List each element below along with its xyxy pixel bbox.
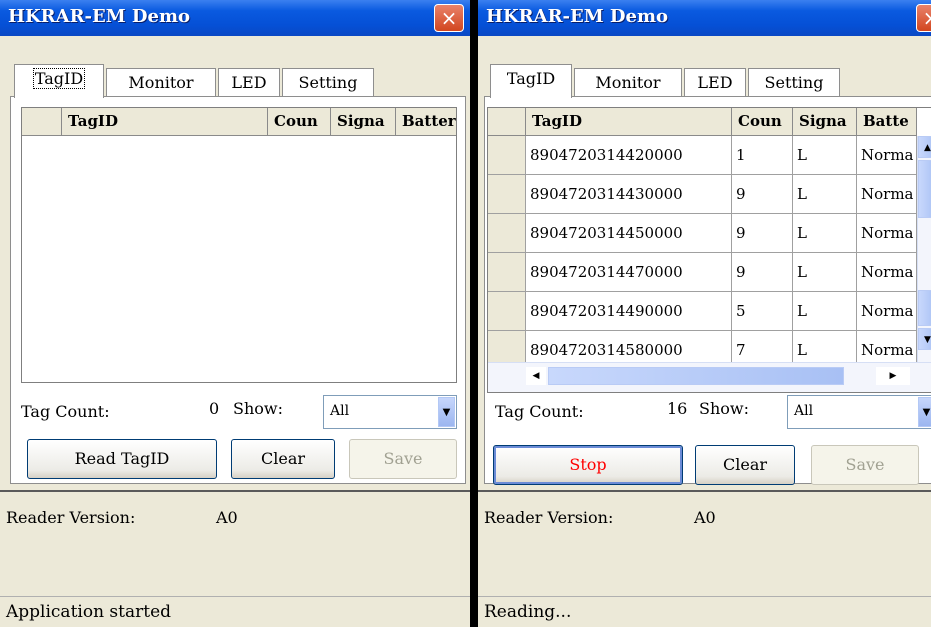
table-row[interactable]: 8904720314450000 9 L Norma xyxy=(488,214,931,253)
table-row[interactable]: 8904720314430000 9 L Norma xyxy=(488,175,931,214)
tag-list[interactable]: TagID Coun Signa Batter xyxy=(21,107,457,383)
window-title: HKRAR-EM Demo xyxy=(486,6,669,27)
demo-window-right: HKRAR-EM Demo × TagID Monitor LED Settin… xyxy=(478,0,931,627)
save-button[interactable]: Save xyxy=(811,445,919,485)
cell-battery: Norma xyxy=(857,292,917,330)
cell-battery: Norma xyxy=(857,136,917,174)
cell-tagid: 8904720314490000 xyxy=(526,292,732,330)
chevron-down-icon[interactable]: ▼ xyxy=(438,397,455,427)
status-bar: Application started xyxy=(0,596,470,627)
row-selector[interactable] xyxy=(488,136,526,174)
cell-count: 1 xyxy=(732,136,793,174)
reader-version-label: Reader Version: xyxy=(484,508,614,527)
cell-count: 9 xyxy=(732,253,793,291)
cell-battery: Norma xyxy=(857,214,917,252)
row-selector[interactable] xyxy=(488,253,526,291)
arrow-right-icon[interactable]: ▶ xyxy=(876,367,910,385)
clear-button[interactable]: Clear xyxy=(695,445,795,485)
table-row[interactable]: 8904720314470000 9 L Norma xyxy=(488,253,931,292)
tag-count-label: Tag Count: xyxy=(21,402,110,421)
cell-tagid: 8904720314470000 xyxy=(526,253,732,291)
tab-tagid[interactable]: TagID xyxy=(490,64,572,98)
column-header-tagid[interactable]: TagID xyxy=(526,108,732,136)
scroll-thumb-horizontal[interactable] xyxy=(548,367,844,385)
tag-count-value: 16 xyxy=(667,399,688,418)
tag-count-label: Tag Count: xyxy=(495,402,584,421)
vertical-scrollbar[interactable]: ▲ ▼ xyxy=(917,136,931,362)
arrow-left-icon[interactable]: ◀ xyxy=(526,367,546,385)
arrow-up-icon[interactable]: ▲ xyxy=(918,136,931,158)
divider xyxy=(0,490,470,492)
read-tagid-button[interactable]: Read TagID xyxy=(27,439,217,479)
scroll-thumb-lower[interactable] xyxy=(918,290,931,326)
table-row[interactable]: 8904720314420000 1 L Norma xyxy=(488,136,931,175)
close-icon[interactable]: × xyxy=(434,4,464,32)
row-selector[interactable] xyxy=(488,175,526,213)
cell-signal: L xyxy=(793,175,857,213)
column-header-blank xyxy=(22,108,62,136)
tab-monitor[interactable]: Monitor xyxy=(574,68,682,97)
close-icon[interactable]: × xyxy=(916,4,931,32)
clear-button[interactable]: Clear xyxy=(231,439,335,479)
demo-window-left: HKRAR-EM Demo × TagID Monitor LED Settin… xyxy=(0,0,470,627)
column-header-blank xyxy=(488,108,526,136)
show-label: Show: xyxy=(699,399,749,418)
column-header-signal[interactable]: Signa xyxy=(793,108,857,136)
show-select[interactable]: All ▼ xyxy=(787,395,931,429)
horizontal-scrollbar[interactable]: ◀ ▶ xyxy=(488,362,931,392)
column-header-count[interactable]: Coun xyxy=(732,108,793,136)
status-bar: Reading... xyxy=(478,596,931,627)
tab-setting[interactable]: Setting xyxy=(282,68,374,97)
window-gap xyxy=(470,0,478,627)
column-header-tagid[interactable]: TagID xyxy=(62,108,268,136)
reader-version-value: A0 xyxy=(694,508,716,527)
title-bar[interactable]: HKRAR-EM Demo × xyxy=(0,0,470,36)
show-select-value: All xyxy=(330,403,350,419)
tag-count-value: 0 xyxy=(209,399,220,418)
cell-signal: L xyxy=(793,292,857,330)
tab-tagid[interactable]: TagID xyxy=(14,64,104,98)
save-button[interactable]: Save xyxy=(349,439,457,479)
show-select-value: All xyxy=(794,403,814,419)
row-selector[interactable] xyxy=(488,292,526,330)
cell-signal: L xyxy=(793,214,857,252)
tab-panel: TagID Coun Signa Batter Tag Count: 0 Sho… xyxy=(10,96,466,484)
tab-panel: TagID Coun Signa Batte 8904720314420000 1… xyxy=(484,96,931,485)
tab-monitor[interactable]: Monitor xyxy=(106,68,216,97)
cell-battery: Norma xyxy=(857,175,917,213)
cell-tagid: 8904720314420000 xyxy=(526,136,732,174)
arrow-down-icon[interactable]: ▼ xyxy=(918,328,931,350)
title-bar[interactable]: HKRAR-EM Demo × xyxy=(478,0,931,36)
table-row[interactable]: 8904720314490000 5 L Norma xyxy=(488,292,931,331)
cell-count: 9 xyxy=(732,175,793,213)
reader-version-value: A0 xyxy=(216,508,238,527)
column-header-battery[interactable]: Batter xyxy=(396,108,456,136)
chevron-down-icon[interactable]: ▼ xyxy=(918,397,931,427)
cell-count: 5 xyxy=(732,292,793,330)
column-header-signal[interactable]: Signa xyxy=(331,108,396,136)
window-title: HKRAR-EM Demo xyxy=(8,6,191,27)
column-header-count[interactable]: Coun xyxy=(268,108,331,136)
scroll-thumb[interactable] xyxy=(918,160,931,218)
tag-list[interactable]: TagID Coun Signa Batte 8904720314420000 1… xyxy=(487,107,931,393)
reader-version-label: Reader Version: xyxy=(6,508,136,527)
tab-led[interactable]: LED xyxy=(684,68,746,97)
cell-tagid: 8904720314430000 xyxy=(526,175,732,213)
cell-count: 9 xyxy=(732,214,793,252)
row-selector[interactable] xyxy=(488,214,526,252)
cell-tagid: 8904720314450000 xyxy=(526,214,732,252)
cell-battery: Norma xyxy=(857,253,917,291)
cell-signal: L xyxy=(793,253,857,291)
show-select[interactable]: All ▼ xyxy=(323,395,457,429)
column-header-battery[interactable]: Batte xyxy=(857,108,917,136)
divider xyxy=(478,490,931,492)
tab-setting[interactable]: Setting xyxy=(748,68,840,97)
tab-led[interactable]: LED xyxy=(218,68,280,97)
cell-signal: L xyxy=(793,136,857,174)
stop-button[interactable]: Stop xyxy=(493,445,683,485)
show-label: Show: xyxy=(233,399,283,418)
